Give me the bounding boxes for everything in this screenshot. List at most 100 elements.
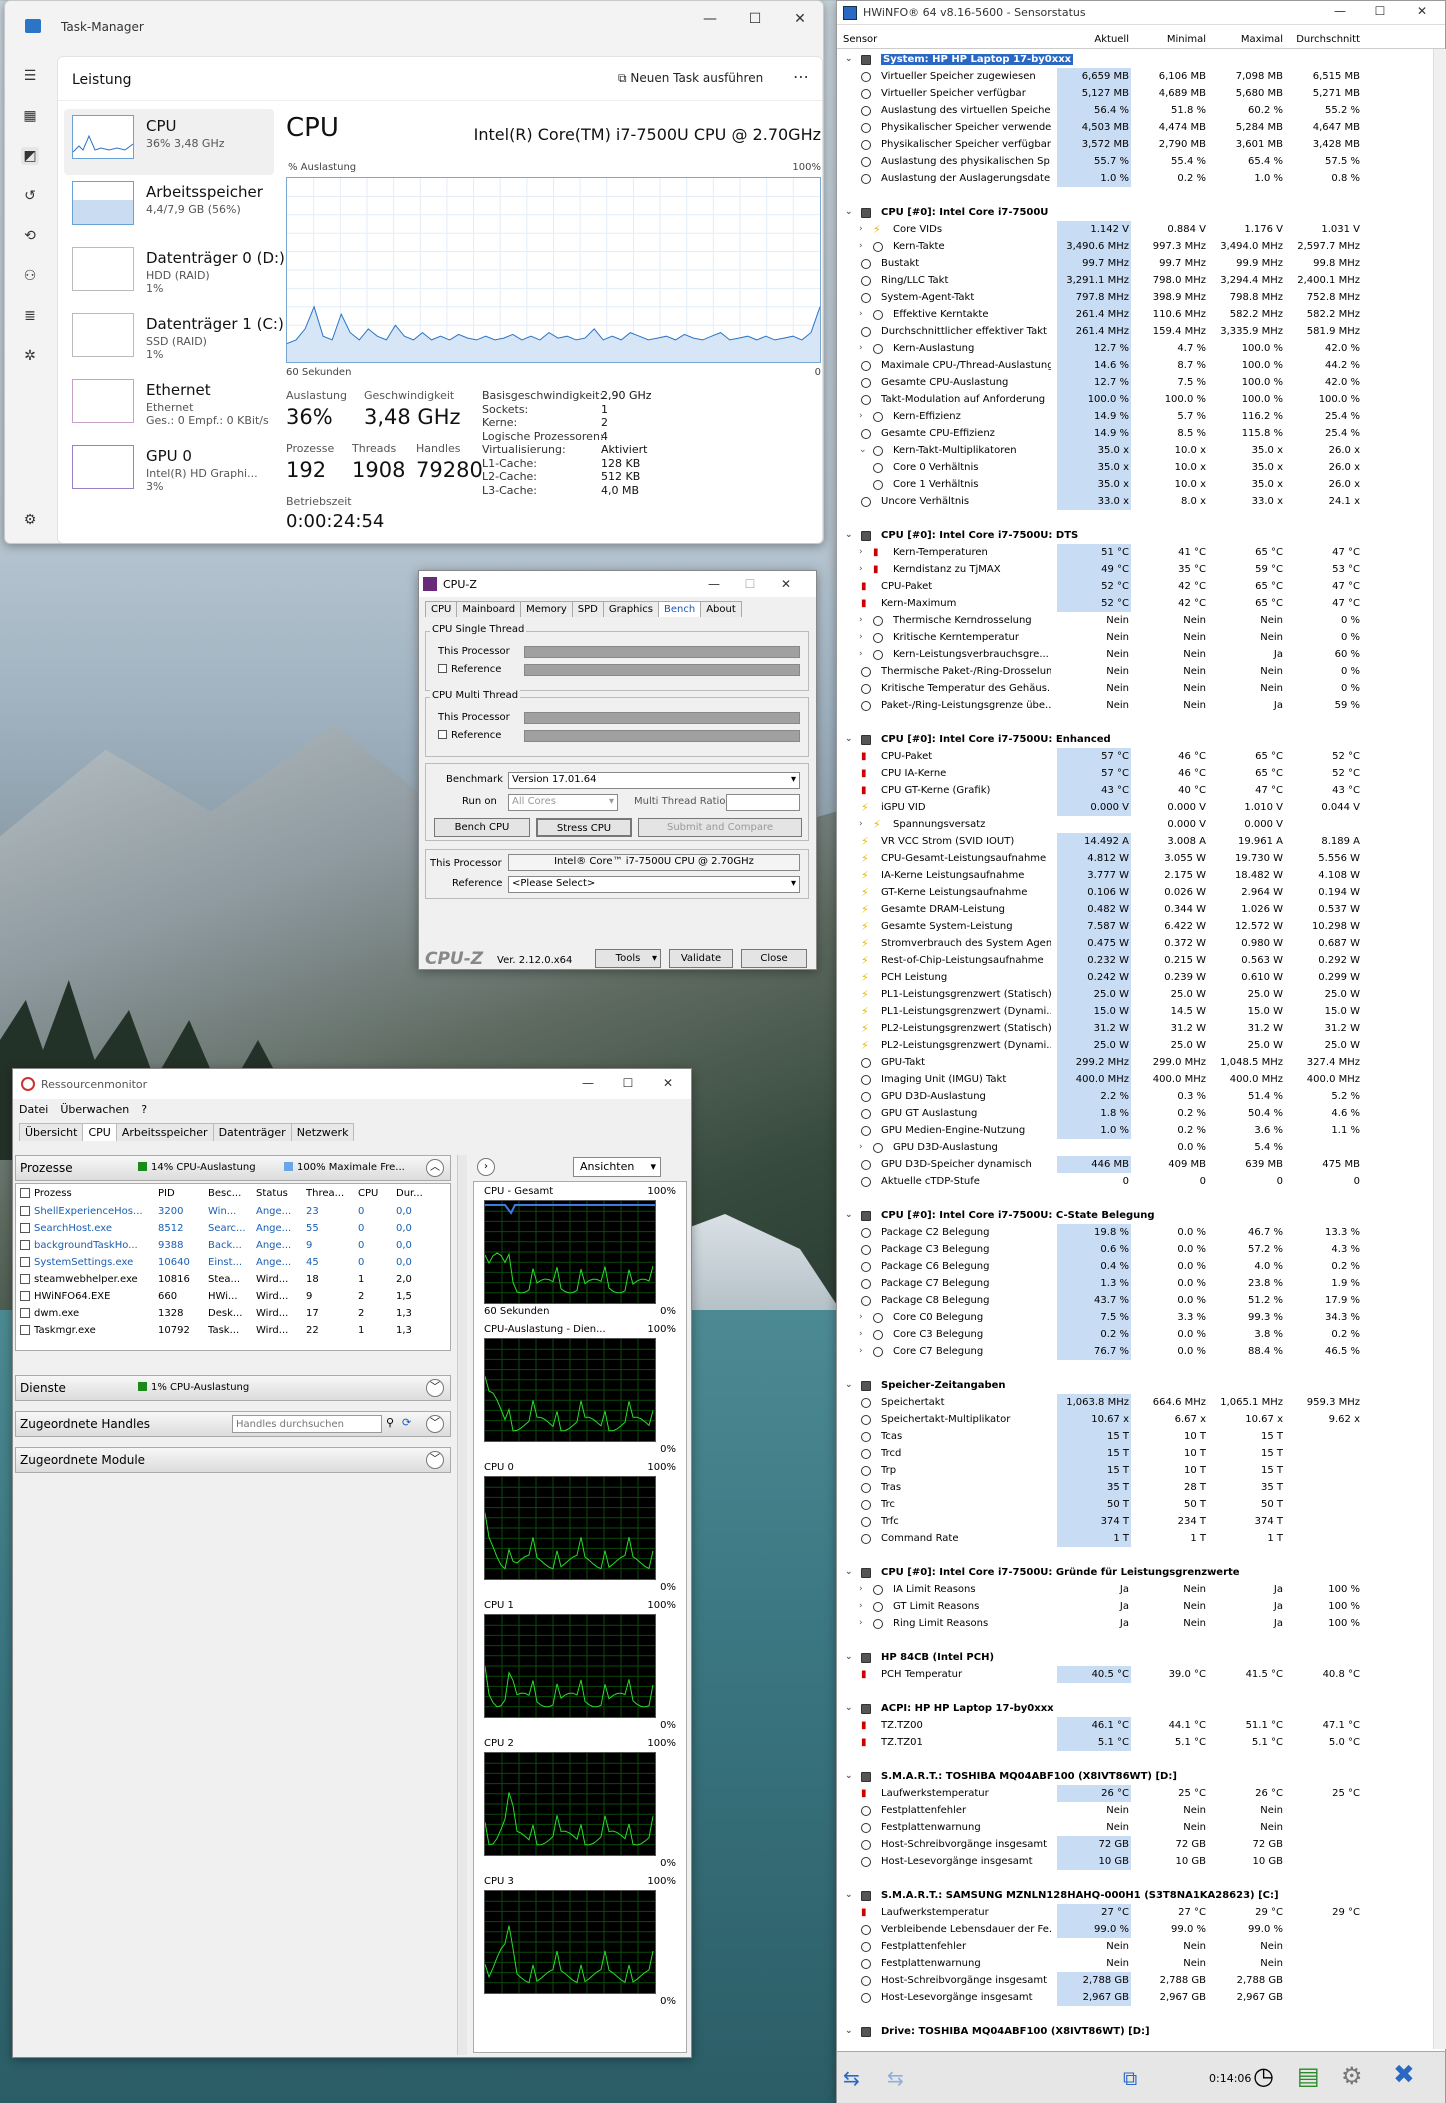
- collapse-chevron-icon[interactable]: ⌄: [845, 1564, 853, 1581]
- sensor-row[interactable]: Auslastung der Auslagerungsdatei 1.0 % 0.2…: [837, 170, 1445, 187]
- expand-chevron-icon[interactable]: ›: [859, 1598, 863, 1615]
- expand-chevron-icon[interactable]: ›: [859, 612, 863, 629]
- col-max[interactable]: Maximal: [1211, 34, 1285, 45]
- sensor-row[interactable]: ⚡ Gesamte System-Leistung 7.587 W 6.422 W 12…: [837, 918, 1445, 935]
- close-button[interactable]: ✕: [785, 9, 815, 29]
- sensor-row[interactable]: Physikalischer Speicher verwendet 4,503 M…: [837, 119, 1445, 136]
- run-new-task-button[interactable]: ⧉ Neuen Task ausführen: [618, 71, 763, 86]
- sensor-row[interactable]: ▮ Kern-Maximum 52 °C 42 °C 65 °C 47 °C: [837, 595, 1445, 612]
- sensor-group[interactable]: ⌄ Drive: TOSHIBA MQ04ABF100 (X8IVT86WT) […: [837, 2023, 1445, 2040]
- sensor-group[interactable]: ⌄ HP 84CB (Intel PCH): [837, 1649, 1445, 1666]
- submit-compare-button[interactable]: Submit and Compare: [638, 818, 802, 837]
- add-log-icon[interactable]: ▤: [1297, 2062, 1320, 2090]
- expand-right-icon[interactable]: ›: [477, 1158, 495, 1176]
- expand-chevron-icon[interactable]: ›: [859, 1581, 863, 1598]
- sensor-row[interactable]: › Core C7 Belegung 76.7 % 0.0 % 88.4 % 46.5 %: [837, 1343, 1445, 1360]
- sensor-group[interactable]: ⌄ CPU [#0]: Intel Core i7-7500U: Enhanced: [837, 731, 1445, 748]
- expand-chevron-icon[interactable]: ›: [859, 1139, 863, 1156]
- sensor-row[interactable]: Imaging Unit (IMGU) Takt 400.0 MHz 400.0 M…: [837, 1071, 1445, 1088]
- maximize-button[interactable]: ☐: [613, 1073, 643, 1093]
- runon-select[interactable]: All Cores ▾: [508, 794, 618, 811]
- sensor-row[interactable]: › ▮ Kerndistanz zu TjMAX 49 °C 35 °C 59 °C 53 …: [837, 561, 1445, 578]
- sensor-group[interactable]: ⌄ CPU [#0]: Intel Core i7-7500U: [837, 204, 1445, 221]
- sensor-row[interactable]: Trfc 374 T 234 T 374 T: [837, 1513, 1445, 1530]
- expand-chevron-icon[interactable]: ›: [859, 238, 863, 255]
- sensor-row[interactable]: › Core C0 Belegung 7.5 % 3.3 % 99.3 % 34.3 %: [837, 1309, 1445, 1326]
- sensor-row[interactable]: ▮ CPU GT-Kerne (Grafik) 43 °C 40 °C 47 °C 43 …: [837, 782, 1445, 799]
- row-checkbox[interactable]: [20, 1240, 30, 1250]
- expand-chevron-icon[interactable]: ›: [859, 646, 863, 663]
- sensor-row[interactable]: ▮ CPU-Paket 52 °C 42 °C 65 °C 47 °C: [837, 578, 1445, 595]
- sensor-row[interactable]: ▮ Laufwerkstemperatur 27 °C 27 °C 29 °C 29 °C: [837, 1904, 1445, 1921]
- handles-section-header[interactable]: Zugeordnete Handles ⚲ ⟳ ﹀: [15, 1411, 451, 1437]
- sensor-row[interactable]: ▮ TZ.TZ00 46.1 °C 44.1 °C 51.1 °C 47.1 °C: [837, 1717, 1445, 1734]
- sensor-group[interactable]: ⌄ ACPI: HP HP Laptop 17-by0xxx: [837, 1700, 1445, 1717]
- sidebar-item-disk0[interactable]: Datenträger 0 (D:) HDD (RAID) 1%: [64, 241, 285, 307]
- column-header[interactable]: Status: [256, 1188, 302, 1199]
- sensor-row[interactable]: Host-Schreibvorgänge insgesamt 72 GB 72 GB…: [837, 1836, 1445, 1853]
- table-row[interactable]: ShellExperienceHos... 3200 Win... Ange... 23…: [18, 1204, 448, 1221]
- collapse-chevron-icon[interactable]: ⌄: [845, 51, 853, 68]
- sensor-row[interactable]: Host-Lesevorgänge insgesamt 10 GB 10 GB 10 …: [837, 1853, 1445, 1870]
- sensor-row[interactable]: GPU D3D-Auslastung 2.2 % 0.3 % 51.4 % 5.2 %: [837, 1088, 1445, 1105]
- expand-chevron-icon[interactable]: ›: [859, 629, 863, 646]
- expand-chevron-icon[interactable]: ﹀: [426, 1379, 444, 1397]
- sensor-row[interactable]: ⚡ PL2-Leistungsgrenzwert (Statisch) 31.2 W…: [837, 1020, 1445, 1037]
- network-icon[interactable]: ⧉: [1123, 2066, 1137, 2090]
- sensor-row[interactable]: ⚡ Rest-of-Chip-Leistungsaufnahme 0.232 W 0.…: [837, 952, 1445, 969]
- select-all-checkbox[interactable]: [20, 1188, 30, 1198]
- tab-graphics[interactable]: Graphics: [602, 601, 660, 617]
- table-row[interactable]: Taskmgr.exe 10792 Task... Wird... 22 1 1,3: [18, 1323, 448, 1340]
- multi-ref-checkbox[interactable]: Reference: [438, 730, 501, 741]
- row-checkbox[interactable]: [20, 1291, 30, 1301]
- sensor-row[interactable]: ▮ Laufwerkstemperatur 26 °C 25 °C 26 °C 25 °C: [837, 1785, 1445, 1802]
- sensor-row[interactable]: ▮ TZ.TZ01 5.1 °C 5.1 °C 5.1 °C 5.0 °C: [837, 1734, 1445, 1751]
- collapse-chevron-icon[interactable]: ⌄: [845, 1768, 853, 1785]
- sensor-row[interactable]: Trp 15 T 10 T 15 T: [837, 1462, 1445, 1479]
- sidebar-item-gpu[interactable]: GPU 0 Intel(R) HD Graphi... 3%: [64, 439, 274, 505]
- col-average[interactable]: Durchschnitt: [1288, 34, 1362, 45]
- sensor-row[interactable]: Gesamte CPU-Effizienz 14.9 % 8.5 % 115.8 % 2…: [837, 425, 1445, 442]
- sensor-row[interactable]: ⚡ iGPU VID 0.000 V 0.000 V 1.010 V 0.044 V: [837, 799, 1445, 816]
- sensor-row[interactable]: Bustakt 99.7 MHz 99.7 MHz 99.9 MHz 99.8 MHz: [837, 255, 1445, 272]
- expand-chevron-icon[interactable]: ›: [859, 544, 863, 561]
- sensor-row[interactable]: ⚡ CPU-Gesamt-Leistungsaufnahme 4.812 W 3.05…: [837, 850, 1445, 867]
- app-history-icon[interactable]: ↺: [21, 187, 39, 205]
- hamburger-menu-icon[interactable]: ☰: [21, 67, 39, 85]
- sensor-row[interactable]: System-Agent-Takt 797.8 MHz 398.9 MHz 798.8…: [837, 289, 1445, 306]
- sensor-group[interactable]: ⌄ Speicher-Zeitangaben: [837, 1377, 1445, 1394]
- sensor-row[interactable]: GPU Medien-Engine-Nutzung 1.0 % 0.2 % 3.6 %…: [837, 1122, 1445, 1139]
- row-checkbox[interactable]: [20, 1223, 30, 1233]
- performance-icon[interactable]: ◩: [21, 147, 39, 165]
- collapse-chevron-icon[interactable]: ⌄: [859, 442, 867, 459]
- expand-chevron-icon[interactable]: ›: [859, 1309, 863, 1326]
- sensor-row[interactable]: › ⚡ Core VIDs 1.142 V 0.884 V 1.176 V 1.031 V: [837, 221, 1445, 238]
- collapse-chevron-icon[interactable]: ⌄: [845, 527, 853, 544]
- menu-item[interactable]: ?: [141, 1103, 147, 1116]
- close-x-icon[interactable]: ✖: [1393, 2060, 1415, 2090]
- row-checkbox[interactable]: [20, 1257, 30, 1267]
- sensor-row[interactable]: ▮ PCH Temperatur 40.5 °C 39.0 °C 41.5 °C 40.8…: [837, 1666, 1445, 1683]
- sensor-row[interactable]: ▮ CPU-Paket 57 °C 46 °C 65 °C 52 °C: [837, 748, 1445, 765]
- sensor-row[interactable]: Paket-/Ring-Leistungsgrenze übe... Nein Ne…: [837, 697, 1445, 714]
- table-row[interactable]: SystemSettings.exe 10640 Einst... Ange... 45…: [18, 1255, 448, 1272]
- maximize-button[interactable]: ☐: [735, 574, 765, 594]
- minimize-button[interactable]: —: [699, 574, 729, 594]
- close-app-button[interactable]: Close: [741, 949, 807, 968]
- sensor-row[interactable]: Auslastung des virtuellen Speichers 56.4 …: [837, 102, 1445, 119]
- stress-cpu-button[interactable]: Stress CPU: [536, 818, 632, 837]
- tab-0[interactable]: Übersicht: [19, 1123, 84, 1141]
- table-row[interactable]: SearchHost.exe 8512 Searc... Ange... 55 0 0,0: [18, 1221, 448, 1238]
- sensor-row[interactable]: Host-Lesevorgänge insgesamt 2,967 GB 2,967…: [837, 1989, 1445, 2006]
- collapse-chevron-icon[interactable]: ⌄: [845, 204, 853, 221]
- sensor-row[interactable]: ⚡ Stromverbrauch des System Agent 0.475 W 0…: [837, 935, 1445, 952]
- vertical-scrollbar[interactable]: [1433, 49, 1446, 2049]
- sensor-row[interactable]: › GT Limit Reasons Ja Nein Ja 100 %: [837, 1598, 1445, 1615]
- settings-gear-icon[interactable]: ⚙: [21, 511, 39, 529]
- sensor-row[interactable]: Verbleibende Lebensdauer der Fe... 99.0 %…: [837, 1921, 1445, 1938]
- handles-search-input[interactable]: [232, 1415, 382, 1433]
- nav-left-right-icon[interactable]: ⇆: [843, 2066, 860, 2090]
- sensor-row[interactable]: ▮ CPU IA-Kerne 57 °C 46 °C 65 °C 52 °C: [837, 765, 1445, 782]
- tab-bench[interactable]: Bench: [658, 601, 702, 617]
- sensor-row[interactable]: › IA Limit Reasons Ja Nein Ja 100 %: [837, 1581, 1445, 1598]
